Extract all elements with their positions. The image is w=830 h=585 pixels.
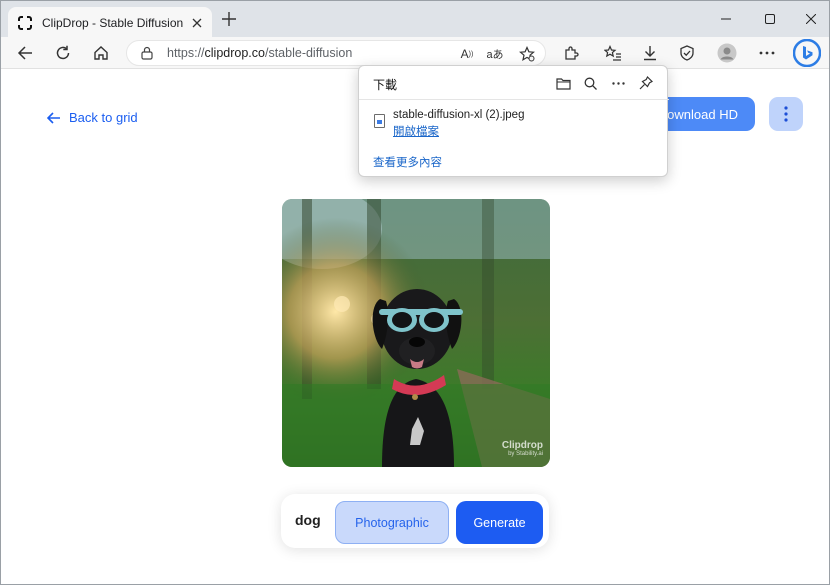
- pin-icon[interactable]: [637, 74, 655, 92]
- settings-more-icon[interactable]: [754, 40, 780, 66]
- tab-close-icon[interactable]: [186, 12, 208, 34]
- downloads-title: 下載: [373, 78, 398, 92]
- lock-icon[interactable]: [141, 46, 155, 60]
- refresh-icon[interactable]: [50, 40, 76, 66]
- watermark-brand: Clipdrop: [501, 440, 543, 451]
- back-arrow-icon[interactable]: [12, 40, 38, 66]
- clipdrop-watermark: Clipdrop by Stability.ai: [502, 440, 543, 457]
- downloads-icon[interactable]: [637, 40, 663, 66]
- see-more-link[interactable]: 查看更多內容: [373, 154, 442, 170]
- address-bar[interactable]: https://clipdrop.co/stable-diffusion A))…: [126, 40, 546, 66]
- tab-title: ClipDrop - Stable Diffusion: [42, 15, 184, 30]
- generate-label: Generate: [473, 515, 526, 530]
- generated-image[interactable]: Clipdrop by Stability.ai: [282, 199, 550, 467]
- browser-essentials-icon[interactable]: [674, 40, 700, 66]
- more-options-button[interactable]: [769, 97, 803, 131]
- minimize-icon[interactable]: [711, 7, 741, 31]
- url-text: https://clipdrop.co/stable-diffusion: [167, 46, 352, 60]
- download-filename[interactable]: stable-diffusion-xl (2).jpeg: [393, 109, 524, 121]
- translate-icon[interactable]: aあ: [485, 44, 505, 64]
- title-bar: ClipDrop - Stable Diffusion: [1, 1, 829, 38]
- download-hd-label: Download HD: [657, 106, 738, 122]
- clipdrop-favicon-icon: [17, 14, 33, 31]
- bing-copilot-icon[interactable]: [792, 38, 822, 68]
- favorites-list-icon[interactable]: [600, 40, 626, 66]
- arrow-left-icon: [47, 111, 60, 124]
- image-file-icon: [374, 114, 385, 128]
- read-aloud-glyph: A: [460, 47, 469, 61]
- style-photographic-button[interactable]: Photographic: [335, 501, 449, 544]
- home-icon[interactable]: [88, 40, 114, 66]
- active-tab[interactable]: ClipDrop - Stable Diffusion: [8, 7, 212, 38]
- url-prefix: https://: [167, 46, 205, 60]
- generate-button[interactable]: Generate: [456, 501, 543, 544]
- open-folder-icon[interactable]: [554, 74, 572, 92]
- close-window-icon[interactable]: [796, 7, 826, 31]
- profile-avatar-icon[interactable]: [714, 40, 740, 66]
- back-to-grid-link[interactable]: Back to grid: [47, 110, 138, 125]
- prompt-bar: dog Photographic Generate: [281, 494, 549, 548]
- extensions-puzzle-icon[interactable]: [558, 40, 584, 66]
- dog-photo: [282, 199, 550, 467]
- new-tab-icon[interactable]: [219, 9, 239, 29]
- url-path: /stable-diffusion: [264, 46, 353, 60]
- style-label: Photographic: [355, 515, 429, 530]
- read-aloud-icon[interactable]: A)): [457, 44, 477, 64]
- downloads-flyout: 下載 stable-diffusion-xl (2).jpeg 開啟檔案 查看更…: [358, 65, 669, 177]
- translate-glyph: aあ: [486, 49, 504, 61]
- watermark-sub: by Stability.ai: [508, 451, 543, 457]
- favorite-star-icon[interactable]: [517, 44, 537, 64]
- maximize-icon[interactable]: [755, 7, 785, 31]
- downloads-header: 下載: [359, 66, 669, 100]
- open-file-link[interactable]: 開啟檔案: [393, 123, 439, 139]
- downloads-more-icon[interactable]: [609, 74, 627, 92]
- search-downloads-icon[interactable]: [581, 74, 599, 92]
- browser-window: ClipDrop - Stable Diffusion https://clip…: [0, 0, 830, 585]
- prompt-text[interactable]: dog: [295, 512, 321, 528]
- vertical-dots-icon: [784, 106, 788, 122]
- url-domain: clipdrop.co: [204, 46, 265, 60]
- back-to-grid-label: Back to grid: [69, 110, 138, 125]
